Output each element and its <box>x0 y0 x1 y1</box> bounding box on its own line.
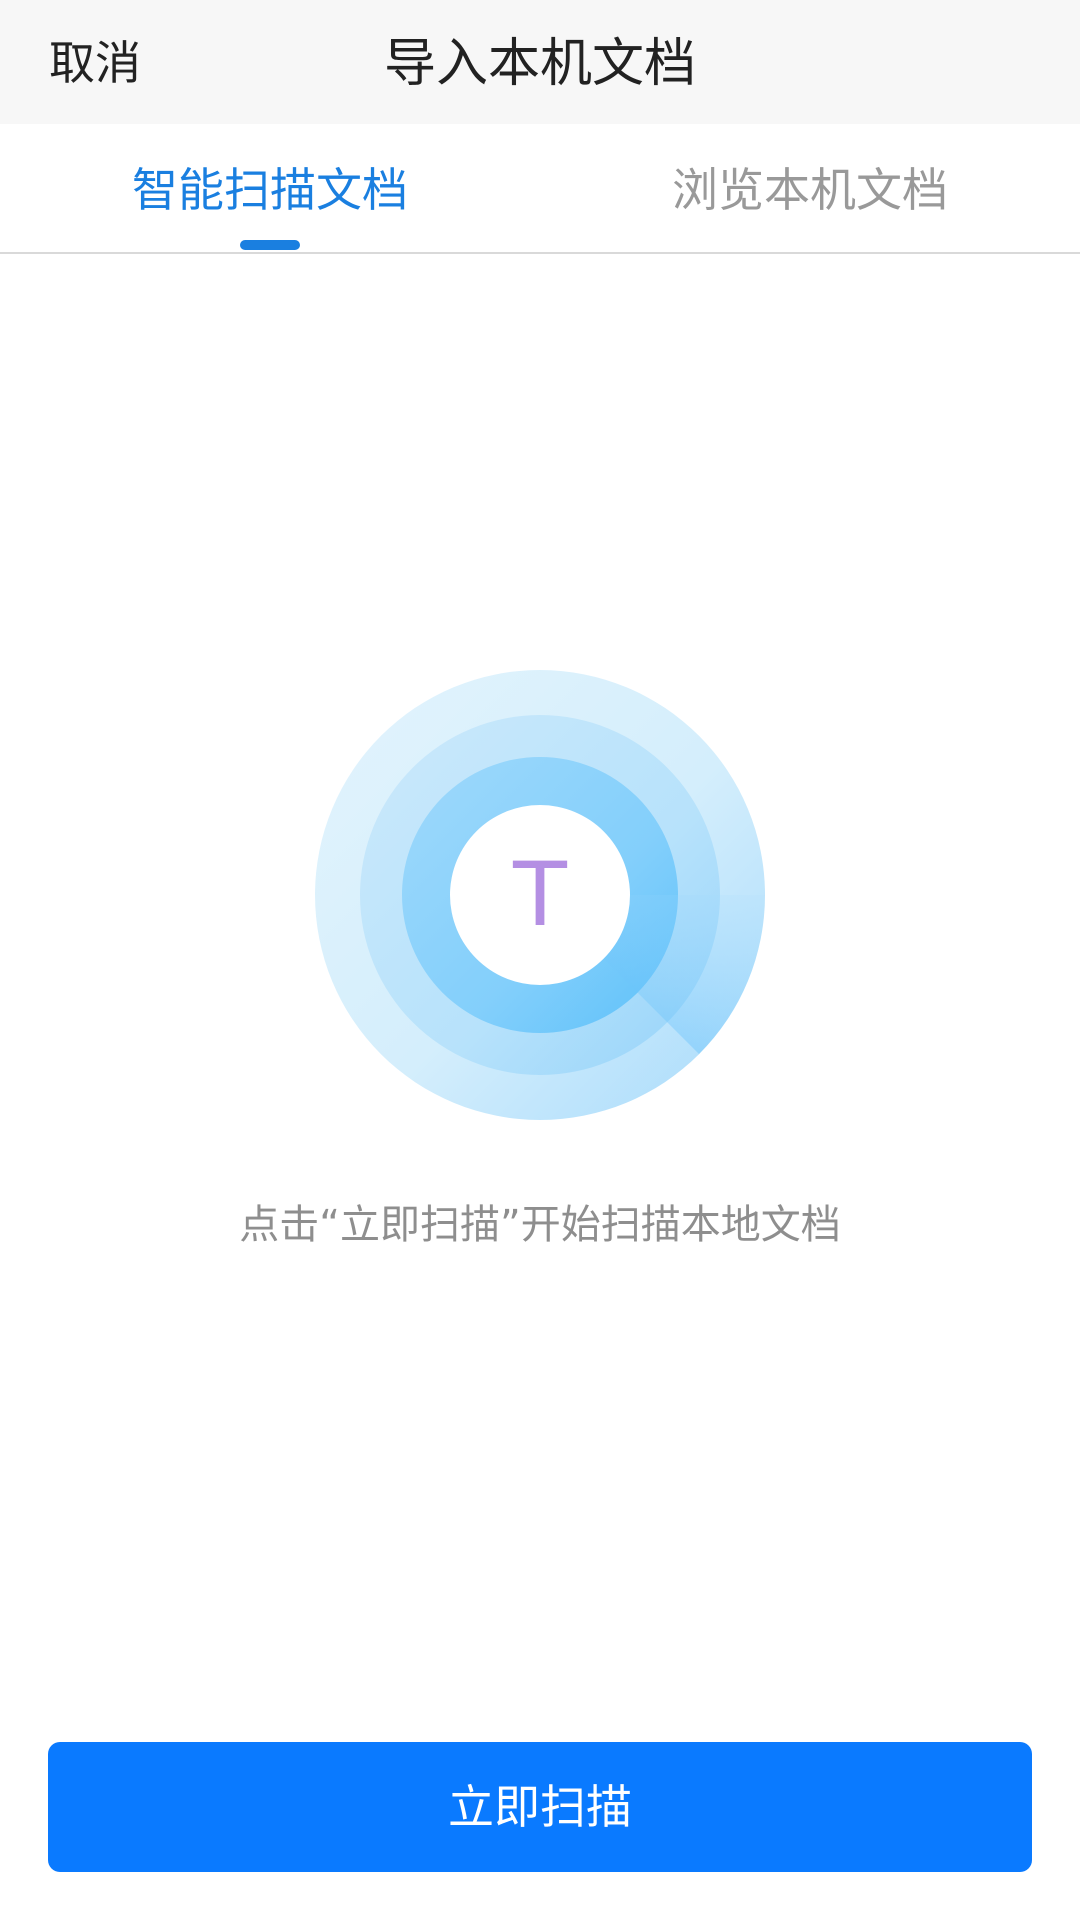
scan-hint-text: 点击“立即扫描”开始扫描本地文档 <box>239 1202 841 1248</box>
scan-now-button[interactable]: 立即扫描 <box>48 1742 1032 1872</box>
top-bar: 取消 导入本机文档 <box>0 0 1080 124</box>
tab-bar: 智能扫描文档 浏览本机文档 <box>0 124 1080 254</box>
scan-center-letter: T <box>513 843 567 946</box>
import-local-documents-page: 取消 导入本机文档 智能扫描文档 浏览本机文档 T 点击“立即扫描”开始扫描本地… <box>0 0 1080 1920</box>
tab-smart-scan-label: 智能扫描文档 <box>132 163 408 217</box>
tab-smart-scan[interactable]: 智能扫描文档 <box>0 124 540 252</box>
page-title: 导入本机文档 <box>383 34 696 94</box>
active-tab-indicator <box>240 240 300 250</box>
radar-scan-icon: T <box>315 670 765 1120</box>
tab-browse-local[interactable]: 浏览本机文档 <box>540 124 1080 252</box>
tab-browse-local-label: 浏览本机文档 <box>672 163 948 217</box>
